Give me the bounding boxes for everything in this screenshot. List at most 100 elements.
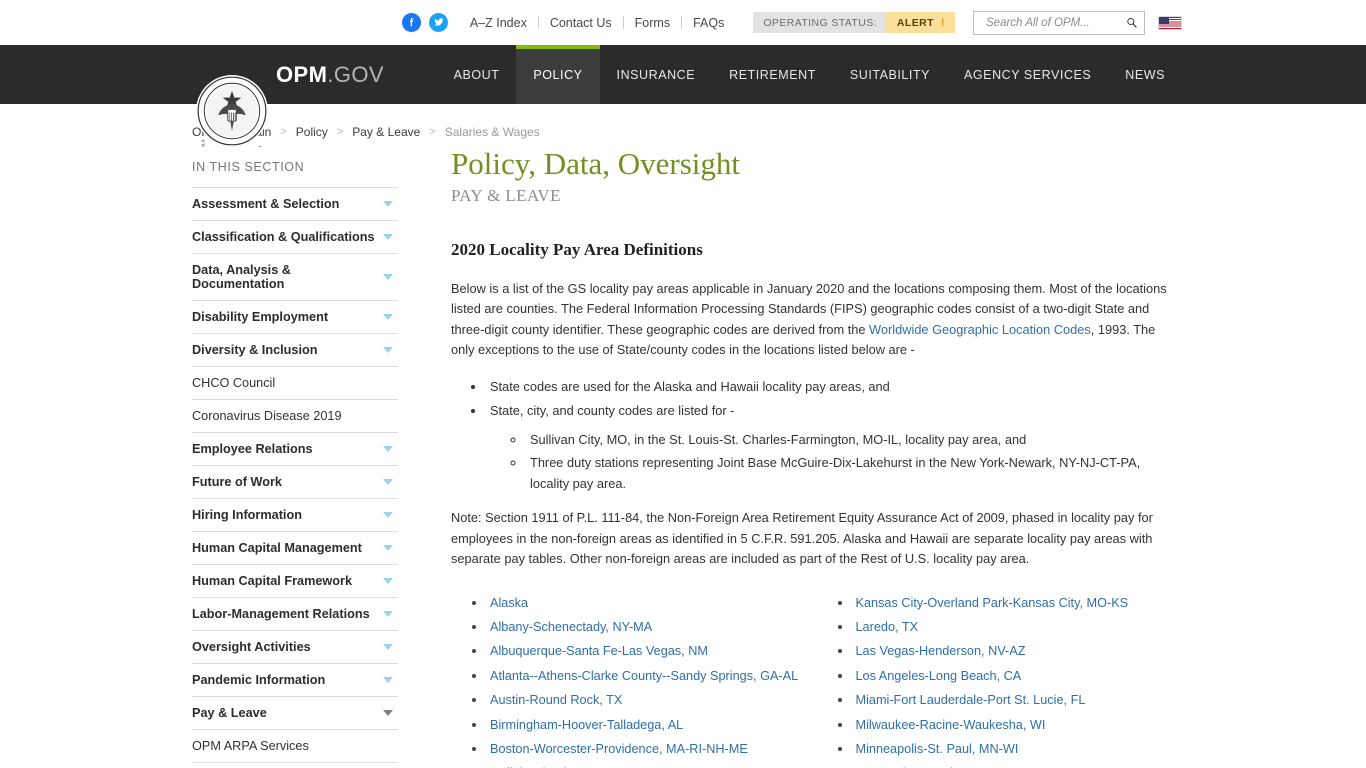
locality-area-link[interactable]: Austin-Round Rock, TX bbox=[490, 693, 622, 707]
sidebar-item-human-capital-management[interactable]: Human Capital Management bbox=[192, 532, 398, 565]
list-item: Milwaukee-Racine-Waukesha, WI bbox=[853, 716, 1183, 734]
page-title: Policy, Data, Oversight bbox=[451, 146, 740, 181]
locality-area-link[interactable]: Atlanta--Athens-Clarke County--Sandy Spr… bbox=[490, 669, 798, 683]
breadcrumb-item-policy[interactable]: Policy bbox=[296, 125, 328, 139]
sidebar-item-employee-relations[interactable]: Employee Relations bbox=[192, 433, 398, 466]
sidebar-item-diversity-and-inclusion[interactable]: Diversity & Inclusion bbox=[192, 334, 398, 367]
page-body: IN THIS SECTION Assessment & Selection Cl… bbox=[0, 144, 1366, 768]
sidebar-item-human-capital-framework[interactable]: Human Capital Framework bbox=[192, 565, 398, 598]
chevron-down-icon[interactable] bbox=[383, 710, 393, 716]
opm-seal-logo[interactable]: UNITED STATES OFFICE OF PERSONNEL MANAGE… bbox=[194, 51, 268, 169]
utility-link-az-index[interactable]: A–Z Index bbox=[470, 16, 538, 30]
locality-area-link[interactable]: Laredo, TX bbox=[856, 620, 919, 634]
sidebar-item-pay-and-leave[interactable]: Pay & Leave bbox=[192, 697, 398, 730]
locality-area-link[interactable]: Minneapolis-St. Paul, MN-WI bbox=[856, 742, 1019, 756]
alert-exclamation-icon: ! bbox=[940, 16, 945, 29]
list-item: Austin-Round Rock, TX bbox=[487, 691, 817, 709]
chevron-down-icon[interactable] bbox=[383, 274, 393, 280]
sidebar-item-assessment-and-selection[interactable]: Assessment & Selection bbox=[192, 188, 398, 221]
list-item: Minneapolis-St. Paul, MN-WI bbox=[853, 740, 1183, 758]
sidebar-item-label: Oversight Activities bbox=[192, 640, 311, 654]
chevron-down-icon[interactable] bbox=[383, 677, 393, 683]
sidebar-item-data-analysis-and-documentation[interactable]: Data, Analysis & Documentation bbox=[192, 254, 398, 301]
twitter-icon[interactable] bbox=[428, 13, 448, 32]
chevron-down-icon[interactable] bbox=[383, 234, 393, 240]
utility-link-contact-us[interactable]: Contact Us bbox=[539, 16, 623, 30]
search-icon[interactable] bbox=[1126, 16, 1138, 29]
breadcrumb-item-pay-and-leave[interactable]: Pay & Leave bbox=[352, 125, 420, 139]
list-item: Albuquerque-Santa Fe-Las Vegas, NM bbox=[487, 642, 817, 660]
chevron-down-icon[interactable] bbox=[383, 314, 393, 320]
nav-item-insurance[interactable]: INSURANCE bbox=[600, 45, 713, 104]
sidebar-item-disability-employment[interactable]: Disability Employment bbox=[192, 301, 398, 334]
sidebar-item-label: CHCO Council bbox=[192, 376, 276, 390]
operating-status-value[interactable]: ALERT ! bbox=[885, 12, 955, 33]
locality-area-link[interactable]: Los Angeles-Long Beach, CA bbox=[856, 669, 1022, 683]
sidebar-item-pay-systems[interactable]: Pay Systems bbox=[192, 763, 398, 768]
sidebar-item-future-of-work[interactable]: Future of Work bbox=[192, 466, 398, 499]
sidebar-item-classification-and-qualifications[interactable]: Classification & Qualifications bbox=[192, 221, 398, 254]
chevron-down-icon[interactable] bbox=[383, 479, 393, 485]
chevron-down-icon[interactable] bbox=[383, 545, 393, 551]
list-item: Los Angeles-Long Beach, CA bbox=[853, 667, 1183, 685]
locality-pay-areas: Alaska Albany-Schenectady, NY-MA Albuquerq… bbox=[451, 594, 1182, 768]
locality-area-link[interactable]: Milwaukee-Racine-Waukesha, WI bbox=[856, 718, 1046, 732]
worldwide-geographic-location-codes-link[interactable]: Worldwide Geographic Location Codes bbox=[869, 322, 1091, 337]
locality-area-link[interactable]: Miami-Fort Lauderdale-Port St. Lucie, FL bbox=[856, 693, 1086, 707]
sidebar-item-label: OPM ARPA Services bbox=[192, 739, 309, 753]
chevron-down-icon[interactable] bbox=[383, 201, 393, 207]
locality-area-link[interactable]: Birmingham-Hoover-Talladega, AL bbox=[490, 718, 683, 732]
sidebar-item-labor-management-relations[interactable]: Labor-Management Relations bbox=[192, 598, 398, 631]
locality-area-link[interactable]: Boston-Worcester-Providence, MA-RI-NH-ME bbox=[490, 742, 748, 756]
sidebar-item-label: Labor-Management Relations bbox=[192, 607, 370, 621]
nav-item-about[interactable]: ABOUT bbox=[437, 45, 517, 104]
intro-paragraph: Below is a list of the GS locality pay a… bbox=[451, 279, 1182, 361]
locality-area-link[interactable]: Las Vegas-Henderson, NV-AZ bbox=[856, 644, 1026, 658]
list-item: Three duty stations representing Joint B… bbox=[526, 453, 1182, 494]
locality-area-link[interactable]: Kansas City-Overland Park-Kansas City, M… bbox=[856, 596, 1129, 610]
sidebar-item-oversight-activities[interactable]: Oversight Activities bbox=[192, 631, 398, 664]
breadcrumb-item-salaries-and-wages: Salaries & Wages bbox=[444, 125, 540, 139]
sidebar: IN THIS SECTION Assessment & Selection Cl… bbox=[192, 144, 398, 768]
utility-link-faqs[interactable]: FAQs bbox=[682, 16, 735, 30]
nav-item-agency-services[interactable]: AGENCY SERVICES bbox=[947, 45, 1108, 104]
list-item: Alaska bbox=[487, 594, 817, 612]
nav-item-policy[interactable]: POLICY bbox=[516, 45, 600, 104]
operating-status-badge[interactable]: OPERATING STATUS: ALERT ! bbox=[753, 12, 955, 33]
locality-area-link[interactable]: Albany-Schenectady, NY-MA bbox=[490, 620, 652, 634]
list-item: State, city, and county codes are listed… bbox=[486, 401, 1182, 494]
sidebar-item-hiring-information[interactable]: Hiring Information bbox=[192, 499, 398, 532]
list-item: Sullivan City, MO, in the St. Louis-St. … bbox=[526, 430, 1182, 451]
us-flag-icon[interactable] bbox=[1158, 15, 1182, 30]
brand[interactable]: OPM.GOV bbox=[0, 45, 384, 104]
search-box[interactable] bbox=[973, 10, 1145, 35]
sidebar-item-pandemic-information[interactable]: Pandemic Information bbox=[192, 664, 398, 697]
nav-item-suitability[interactable]: SUITABILITY bbox=[833, 45, 947, 104]
exceptions-list: State codes are used for the Alaska and … bbox=[451, 377, 1182, 495]
nav-item-retirement[interactable]: RETIREMENT bbox=[712, 45, 833, 104]
search-input[interactable] bbox=[984, 15, 1127, 30]
locality-area-link[interactable]: Alaska bbox=[490, 596, 528, 610]
utility-bar: A–Z Index Contact Us Forms FAQs OPERATIN… bbox=[0, 0, 1366, 45]
sidebar-item-coronavirus-disease-2019[interactable]: Coronavirus Disease 2019 bbox=[192, 400, 398, 433]
sidebar-item-label: Diversity & Inclusion bbox=[192, 343, 318, 357]
note-paragraph: Note: Section 1911 of P.L. 111-84, the N… bbox=[451, 510, 1153, 567]
chevron-down-icon[interactable] bbox=[383, 512, 393, 518]
sidebar-item-label: Data, Analysis & Documentation bbox=[192, 263, 291, 291]
chevron-down-icon[interactable] bbox=[383, 578, 393, 584]
utility-link-forms[interactable]: Forms bbox=[624, 16, 681, 30]
nav-item-news[interactable]: NEWS bbox=[1108, 45, 1182, 104]
sidebar-item-label: Pay & Leave bbox=[192, 706, 267, 720]
list-item: Kansas City-Overland Park-Kansas City, M… bbox=[853, 594, 1183, 612]
chevron-down-icon[interactable] bbox=[383, 644, 393, 650]
locality-area-link[interactable]: Albuquerque-Santa Fe-Las Vegas, NM bbox=[490, 644, 708, 658]
locality-areas-list-left: Alaska Albany-Schenectady, NY-MA Albuquerq… bbox=[451, 594, 817, 768]
sidebar-item-chco-council[interactable]: CHCO Council bbox=[192, 367, 398, 400]
chevron-down-icon[interactable] bbox=[383, 611, 393, 617]
locality-areas-list-right: Kansas City-Overland Park-Kansas City, M… bbox=[817, 594, 1183, 768]
chevron-down-icon[interactable] bbox=[383, 446, 393, 452]
chevron-down-icon[interactable] bbox=[383, 347, 393, 353]
sidebar-item-opm-arpa-services[interactable]: OPM ARPA Services bbox=[192, 730, 398, 763]
main-navigation: ABOUT POLICY INSURANCE RETIREMENT SUITAB… bbox=[437, 45, 1366, 104]
facebook-icon[interactable] bbox=[401, 13, 421, 32]
